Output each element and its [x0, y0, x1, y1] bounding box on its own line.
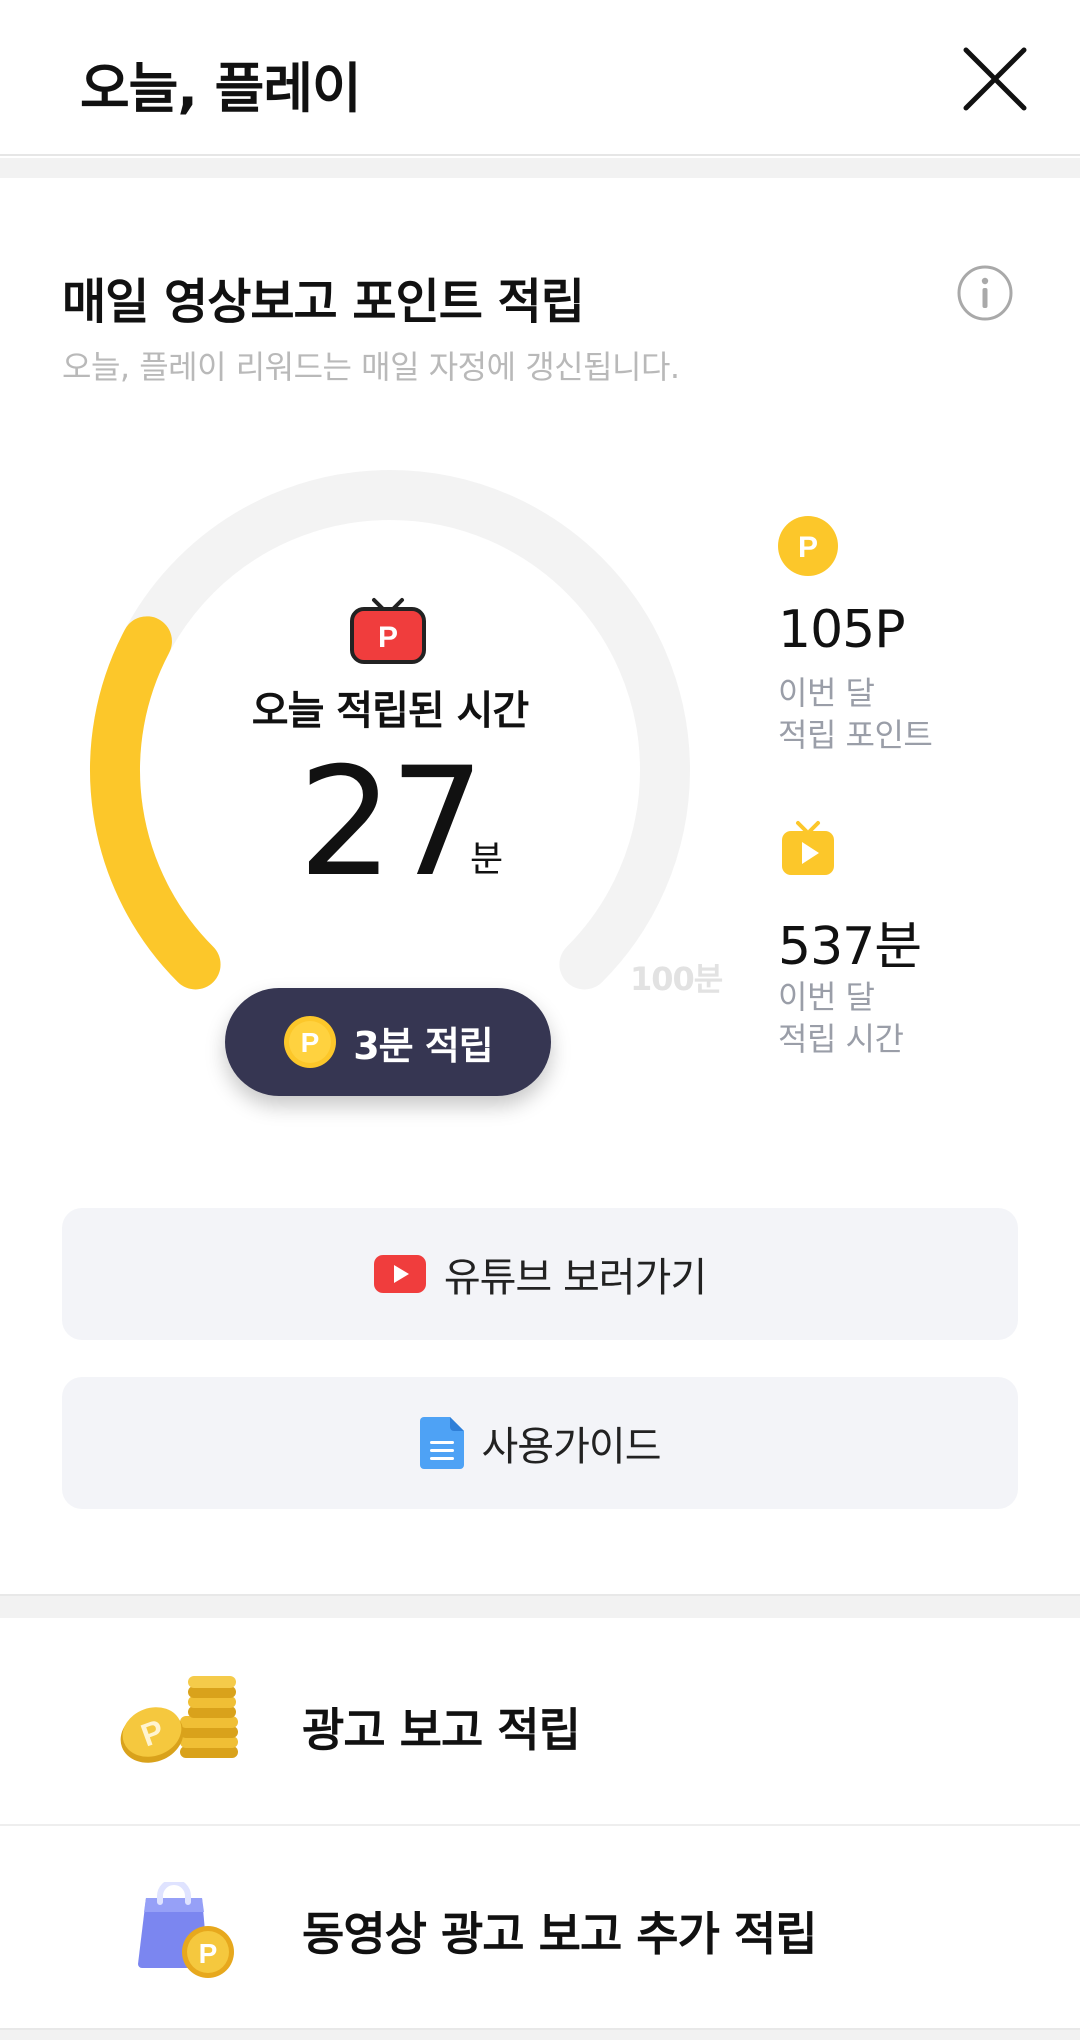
monthly-time-desc-line2: 적립 시간: [778, 1020, 904, 1058]
info-button[interactable]: [956, 264, 1014, 322]
youtube-button-label: 유튜브 보러가기: [443, 1255, 707, 1301]
bottom-divider: [0, 2028, 1080, 2040]
user-guide-button-label: 사용가이드: [481, 1424, 662, 1470]
gauge-label: 오늘 적립된 시간: [251, 688, 529, 734]
tv-play-icon: [782, 821, 834, 875]
tv-point-icon: P: [350, 598, 426, 664]
monthly-points-value: 105P: [778, 600, 906, 660]
svg-text:P: P: [378, 621, 398, 654]
shopping-bag-coin-icon: P: [138, 1882, 234, 1978]
list-item-ad-reward[interactable]: P 광고 보고 적립: [0, 1620, 1080, 1824]
video-ad-reward-label: 동영상 광고 보고 추가 적립: [302, 1907, 818, 1961]
monthly-time-value: 537분: [778, 917, 922, 977]
svg-text:P: P: [301, 1027, 320, 1058]
claim-button-label: 3분 적립: [353, 1023, 494, 1068]
monthly-time-desc-line1: 이번 달: [778, 978, 875, 1016]
app-header: 오늘, 플레이: [0, 0, 1080, 156]
header-gap: [0, 158, 1080, 178]
point-coin-icon: P: [778, 516, 838, 576]
list-item-video-ad-reward[interactable]: P 동영상 광고 보고 추가 적립: [0, 1826, 1080, 2030]
info-icon: [957, 265, 1013, 321]
gauge-max-label: 100분: [630, 960, 723, 998]
ad-reward-label: 광고 보고 적립: [302, 1703, 581, 1757]
point-coin-icon: P: [284, 1016, 337, 1068]
close-icon: [963, 47, 1027, 111]
section-title: 매일 영상보고 포인트 적립: [62, 274, 585, 330]
page-title: 오늘, 플레이: [80, 57, 362, 120]
svg-text:P: P: [798, 531, 818, 564]
monthly-points-desc-line1: 이번 달: [778, 674, 875, 712]
svg-text:P: P: [199, 1938, 218, 1969]
gauge-value: 27: [298, 736, 485, 910]
claim-points-button[interactable]: P 3분 적립: [225, 988, 551, 1096]
section-subtitle: 오늘, 플레이 리워드는 매일 자정에 갱신됩니다.: [62, 348, 680, 386]
youtube-button[interactable]: 유튜브 보러가기: [62, 1208, 1018, 1340]
gauge-unit: 분: [470, 839, 504, 880]
close-button[interactable]: [960, 44, 1030, 114]
user-guide-button[interactable]: 사용가이드: [62, 1377, 1018, 1509]
youtube-icon: [373, 1255, 426, 1293]
gauge-fill: [90, 616, 221, 990]
document-icon: [419, 1417, 464, 1469]
coin-stack-icon: P: [120, 1676, 238, 1763]
section-divider: [0, 1594, 1080, 1618]
monthly-points-desc-line2: 적립 포인트: [778, 716, 933, 754]
